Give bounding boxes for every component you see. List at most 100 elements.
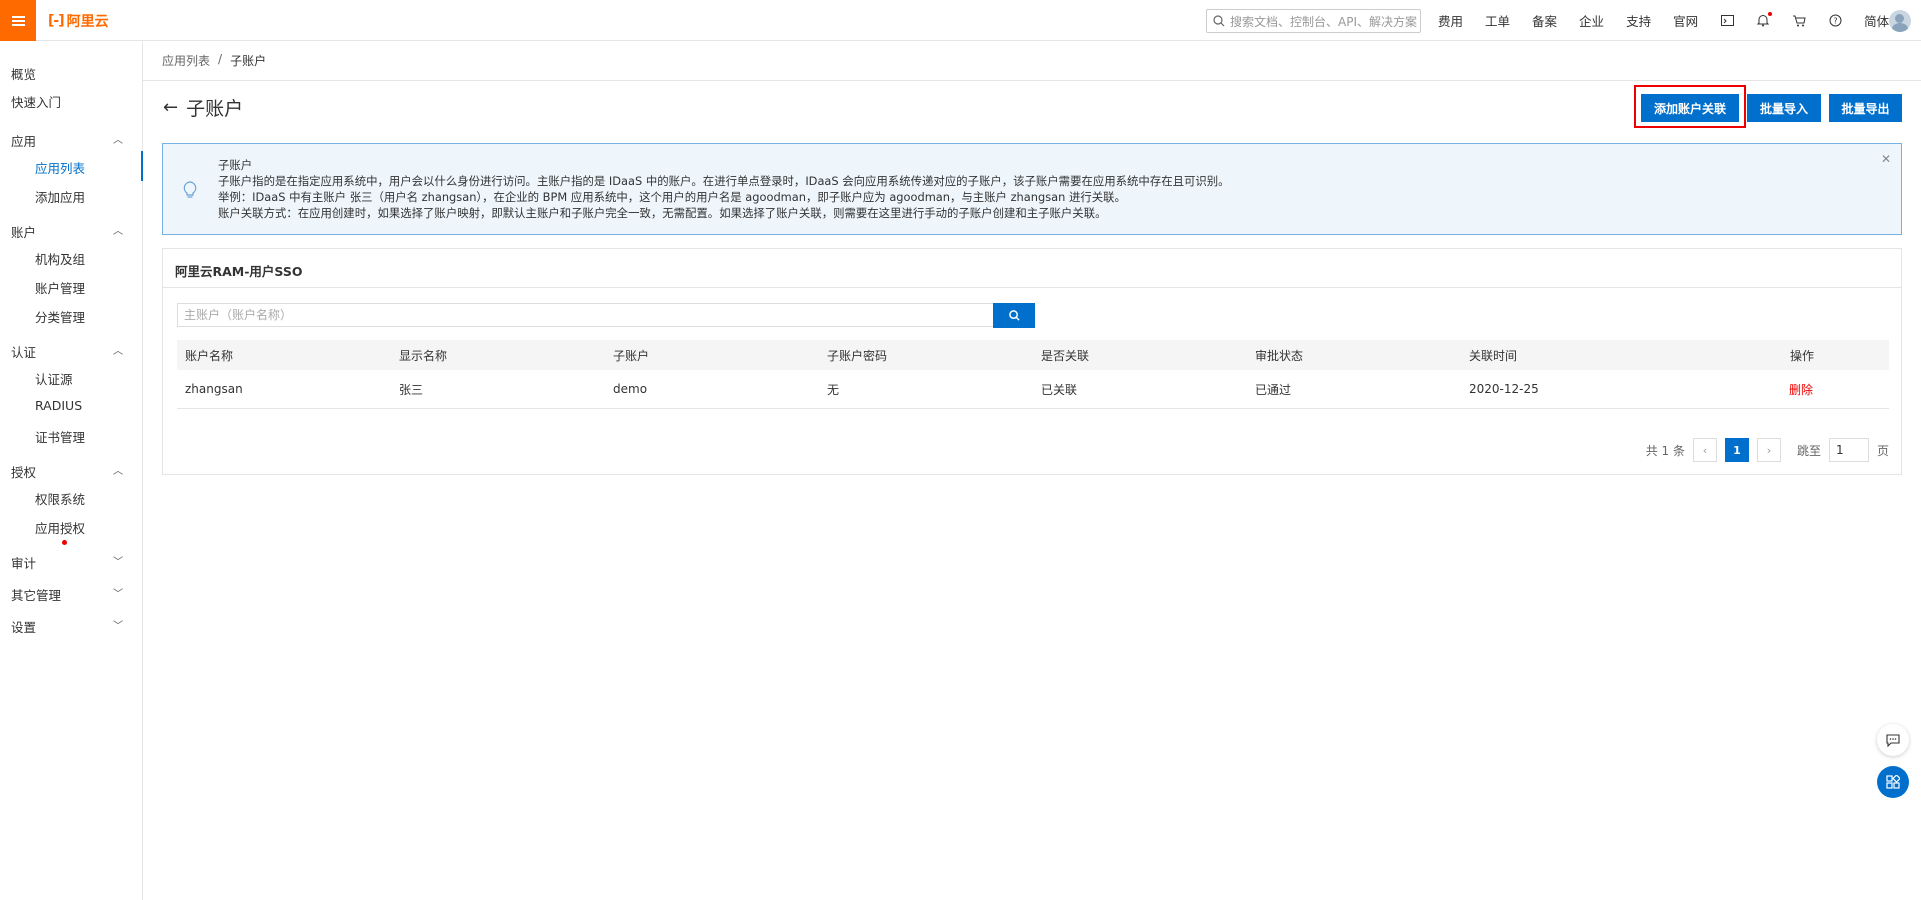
nav-fees[interactable]: 费用 <box>1438 11 1463 30</box>
language-switch[interactable]: 简体 <box>1864 11 1889 30</box>
page-title-text: 子账户 <box>186 98 244 120</box>
sidebar-item-permission-system[interactable]: 权限系统 <box>35 489 85 508</box>
column-header: 账户名称 <box>185 348 234 363</box>
chevron-down-icon[interactable]: ﹀ <box>113 585 123 600</box>
main-account-search-input[interactable] <box>177 303 995 327</box>
column-header: 关联时间 <box>1469 348 1518 363</box>
sidebar-item-cert-mgmt[interactable]: 证书管理 <box>35 427 85 446</box>
table-header: 账户名称 显示名称 子账户 子账户密码 是否关联 审批状态 关联时间 操作 <box>177 340 1889 370</box>
divider <box>143 80 1921 81</box>
chevron-down-icon[interactable]: ﹀ <box>113 617 123 632</box>
goto-page-input[interactable] <box>1828 438 1869 462</box>
sidebar-item-category-mgmt[interactable]: 分类管理 <box>35 307 85 326</box>
sidebar-item-add-app[interactable]: 添加应用 <box>35 187 85 206</box>
batch-import-button[interactable]: 批量导入 <box>1747 94 1821 122</box>
page-number[interactable]: 1 <box>1724 438 1749 462</box>
highlight-box <box>1634 85 1746 128</box>
aliyun-logo[interactable]: [-] 阿里云 <box>48 11 109 31</box>
search-button[interactable] <box>993 303 1035 328</box>
apps-grid-icon <box>1886 775 1900 789</box>
cell-sub-password: 无 <box>827 382 840 397</box>
cell-approval-status: 已通过 <box>1255 382 1292 397</box>
column-header: 子账户密码 <box>827 348 888 363</box>
sidebar-item-orgs[interactable]: 机构及组 <box>35 249 85 268</box>
chevron-up-icon[interactable]: ︿ <box>113 222 123 237</box>
logo-text: 阿里云 <box>66 14 109 30</box>
sidebar-group-settings[interactable]: 设置 <box>11 617 36 636</box>
global-search-input[interactable]: 搜索文档、控制台、API、解决方案 <box>1206 9 1421 33</box>
back-arrow-icon[interactable]: ← <box>163 97 178 118</box>
sidebar: 概览 快速入门 应用 ︿ 应用列表 添加应用 账户 ︿ 机构及组 账户管理 分类… <box>0 42 143 900</box>
chevron-down-icon[interactable]: ﹀ <box>113 553 123 568</box>
sub-account-panel: 阿里云RAM-用户SSO 账户名称 显示名称 子账户 子账户密码 是否关联 审批… <box>162 248 1902 475</box>
chevron-up-icon[interactable]: ︿ <box>113 342 123 357</box>
sidebar-group-other[interactable]: 其它管理 <box>11 585 61 604</box>
nav-filing[interactable]: 备案 <box>1532 11 1557 30</box>
notice-line: 子账户指的是在指定应用系统中，用户会以什么身份进行访问。主账户指的是 IDaaS… <box>218 174 1230 188</box>
cart-icon[interactable] <box>1792 14 1806 28</box>
column-header: 审批状态 <box>1255 348 1304 363</box>
sidebar-group-authorization[interactable]: 授权 <box>11 462 36 481</box>
sidebar-item-auth-source[interactable]: 认证源 <box>35 369 73 388</box>
breadcrumb-current: 子账户 <box>230 54 267 68</box>
sidebar-item-account-mgmt[interactable]: 账户管理 <box>35 278 85 297</box>
sidebar-item-quickstart[interactable]: 快速入门 <box>11 92 61 111</box>
sub-account-table: 账户名称 显示名称 子账户 子账户密码 是否关联 审批状态 关联时间 操作 zh… <box>177 340 1889 409</box>
bell-icon[interactable] <box>1756 11 1773 28</box>
breadcrumb: 应用列表 / 子账户 <box>162 52 266 69</box>
page-suffix: 页 <box>1876 443 1889 458</box>
cell-display-name: 张三 <box>399 382 424 397</box>
nav-support[interactable]: 支持 <box>1626 11 1651 30</box>
terminal-icon[interactable] <box>1720 14 1734 28</box>
cell-sub-account: demo <box>613 382 648 396</box>
sidebar-group-audit[interactable]: 审计 <box>11 553 36 572</box>
svg-text:?: ? <box>1833 17 1837 26</box>
search-icon <box>1213 15 1225 27</box>
hamburger-icon <box>11 19 25 22</box>
cell-linked: 已关联 <box>1041 382 1078 397</box>
column-header: 是否关联 <box>1041 348 1090 363</box>
notice-line: 举例：IDaaS 中有主账户 张三（用户名 zhangsan），在企业的 BPM… <box>218 190 1126 204</box>
chevron-up-icon[interactable]: ︿ <box>113 462 123 477</box>
lightbulb-icon <box>183 181 197 202</box>
search-placeholder: 搜索文档、控制台、API、解决方案 <box>1230 14 1417 29</box>
feedback-button[interactable] <box>1877 724 1909 756</box>
info-notice: ✕ 子账户 子账户指的是在指定应用系统中，用户会以什么身份进行访问。主账户指的是… <box>162 143 1902 235</box>
active-indicator <box>141 151 143 181</box>
column-header: 操作 <box>1789 348 1814 363</box>
batch-export-button[interactable]: 批量导出 <box>1829 94 1902 122</box>
delete-link[interactable]: 删除 <box>1789 383 1813 397</box>
sidebar-item-app-list[interactable]: 应用列表 <box>35 158 85 177</box>
sidebar-group-auth[interactable]: 认证 <box>11 342 36 361</box>
notice-title: 子账户 <box>218 158 253 172</box>
breadcrumb-parent[interactable]: 应用列表 <box>162 52 210 69</box>
apps-button[interactable] <box>1877 766 1909 798</box>
breadcrumb-separator: / <box>218 52 223 66</box>
table-row: zhangsan 张三 demo 无 已关联 已通过 2020-12-25 删除 <box>177 370 1889 409</box>
next-page-button[interactable]: › <box>1756 438 1781 462</box>
divider <box>163 287 1901 288</box>
sidebar-group-apps[interactable]: 应用 <box>11 131 36 150</box>
chevron-up-icon[interactable]: ︿ <box>113 131 123 146</box>
nav-enterprise[interactable]: 企业 <box>1579 11 1604 30</box>
total-count: 共 1 条 <box>1645 443 1685 458</box>
prev-page-button[interactable]: ‹ <box>1692 438 1717 462</box>
search-icon <box>1008 310 1020 321</box>
user-avatar[interactable] <box>1889 10 1911 32</box>
nav-official-site[interactable]: 官网 <box>1673 11 1698 30</box>
top-nav: 费用 工单 备案 企业 支持 官网 ? 简体 <box>1438 0 1911 41</box>
panel-title: 阿里云RAM-用户SSO <box>175 264 303 279</box>
page-title: ← 子账户 <box>163 94 243 121</box>
sidebar-item-overview[interactable]: 概览 <box>11 64 36 83</box>
cell-account-name: zhangsan <box>185 382 243 396</box>
sidebar-item-app-authorization[interactable]: 应用授权 <box>35 518 85 537</box>
close-icon[interactable]: ✕ <box>1881 152 1891 166</box>
sidebar-group-accounts[interactable]: 账户 <box>11 222 36 241</box>
help-icon[interactable]: ? <box>1828 14 1842 28</box>
goto-label: 跳至 <box>1796 443 1821 458</box>
nav-tickets[interactable]: 工单 <box>1485 11 1510 30</box>
column-header: 显示名称 <box>399 348 448 363</box>
menu-button[interactable] <box>0 0 36 41</box>
sidebar-item-radius[interactable]: RADIUS <box>35 398 82 413</box>
pagination: 共 1 条 ‹ 1 › 跳至 页 <box>1646 438 1889 462</box>
